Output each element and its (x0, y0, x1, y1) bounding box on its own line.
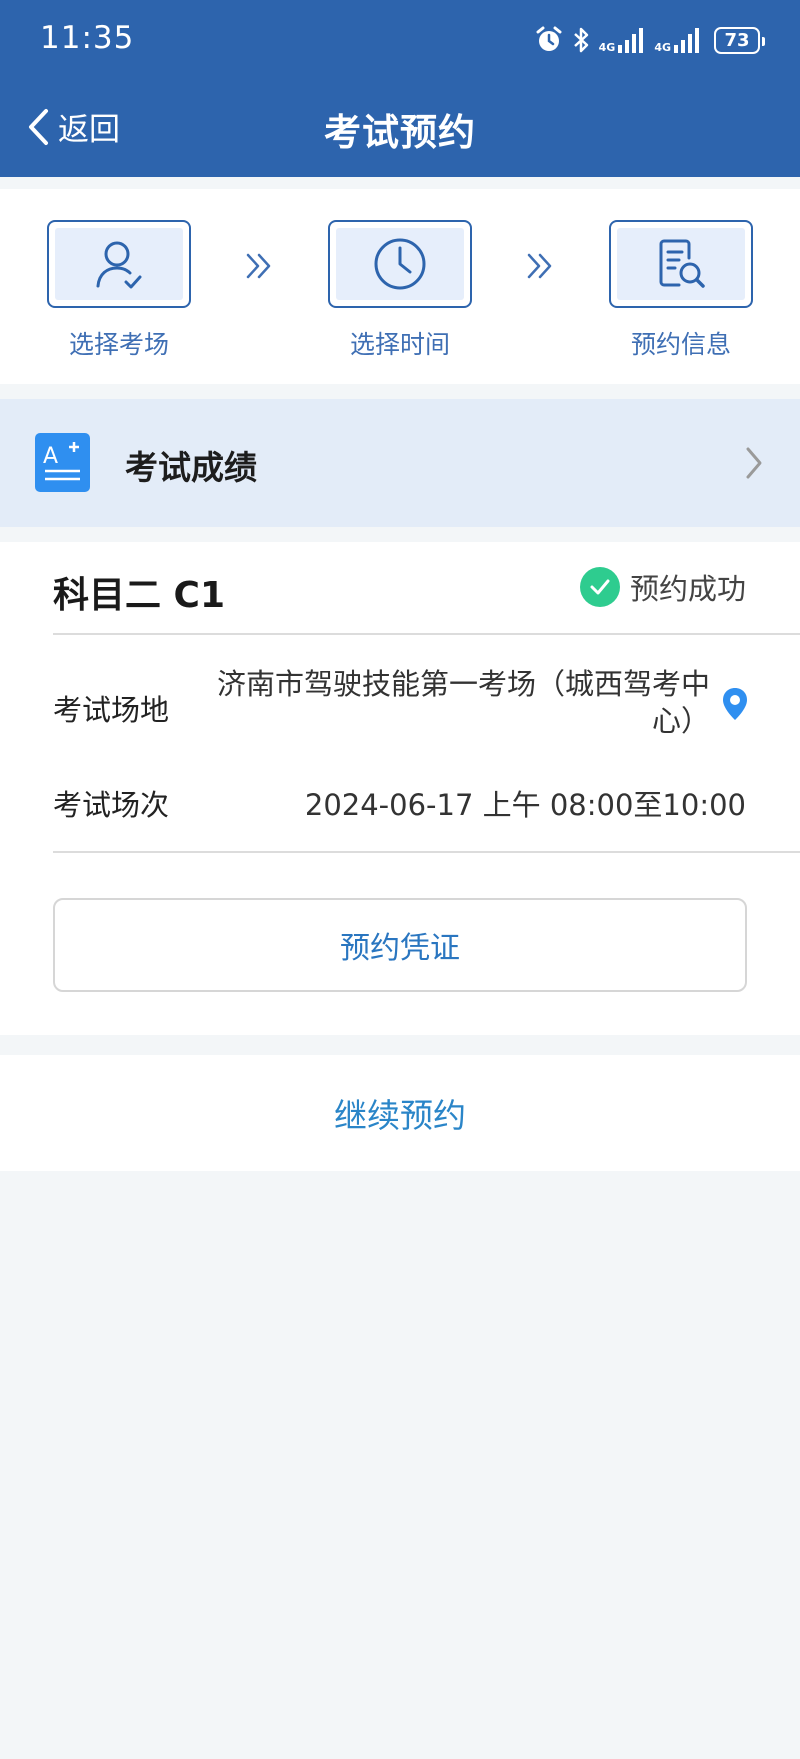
step-label: 预约信息 (630, 330, 731, 359)
person-check-icon (96, 241, 142, 289)
divider (53, 633, 800, 635)
step-appointment-info: 预约信息 (609, 220, 753, 361)
exam-subject: 科目二 C1 (53, 575, 226, 616)
double-chevron-icon (527, 253, 552, 279)
signal-2: 4G (654, 27, 701, 53)
step-icon-box (609, 220, 753, 308)
bluetooth-icon (573, 27, 588, 53)
status-badge: 预约成功 (579, 566, 746, 608)
signal-bars-icon (674, 28, 699, 53)
app-header: 11:35 4G 4G 73 返回 考试预约 (0, 0, 800, 177)
status-text: 预约成功 (629, 572, 746, 606)
battery-indicator: 73 (714, 26, 765, 54)
grade-icon: A (35, 433, 90, 492)
chevron-right-icon (746, 447, 762, 479)
svg-text:A: A (43, 444, 58, 469)
step-label: 选择考场 (68, 330, 169, 359)
session-value: 2024-06-17 上午 08:00至10:00 (304, 788, 746, 822)
location-pin-icon[interactable] (722, 687, 748, 721)
continue-booking-button[interactable]: 继续预约 (0, 1055, 800, 1171)
exam-score-label: 考试成绩 (125, 448, 257, 487)
appointment-voucher-button[interactable]: 预约凭证 (53, 898, 747, 992)
alarm-icon (536, 26, 562, 51)
venue-value: 济南市驾驶技能第一考场（城西驾考中心） (216, 667, 710, 738)
check-circle-icon (579, 567, 620, 607)
document-search-icon (659, 239, 705, 288)
signal-1: 4G (599, 27, 646, 53)
divider (53, 851, 800, 853)
signal-bars-icon (618, 28, 644, 53)
step-select-venue: 选择考场 (47, 220, 191, 361)
step-select-time: 选择时间 (328, 220, 472, 361)
step-label: 选择时间 (349, 330, 450, 359)
venue-label: 考试场地 (53, 693, 170, 727)
page-title: 考试预约 (324, 111, 476, 154)
network-label-1: 4G (598, 41, 616, 54)
status-time: 11:35 (40, 20, 135, 56)
session-label: 考试场次 (53, 788, 170, 822)
network-label-2: 4G (654, 41, 671, 54)
double-chevron-icon (246, 253, 271, 279)
step-icon-box (328, 220, 472, 308)
exam-score-entry[interactable]: A 考试成绩 (0, 399, 800, 527)
progress-steps: 选择考场 选择时间 预约信息 (0, 189, 800, 384)
status-icons: 4G 4G 73 (535, 22, 765, 58)
appointment-card: 科目二 C1 预约成功 考试场地 济南市驾驶技能第一考场（城西驾考中心） 考试场… (0, 542, 800, 1035)
clock-icon (374, 238, 426, 290)
step-icon-box (47, 220, 191, 308)
